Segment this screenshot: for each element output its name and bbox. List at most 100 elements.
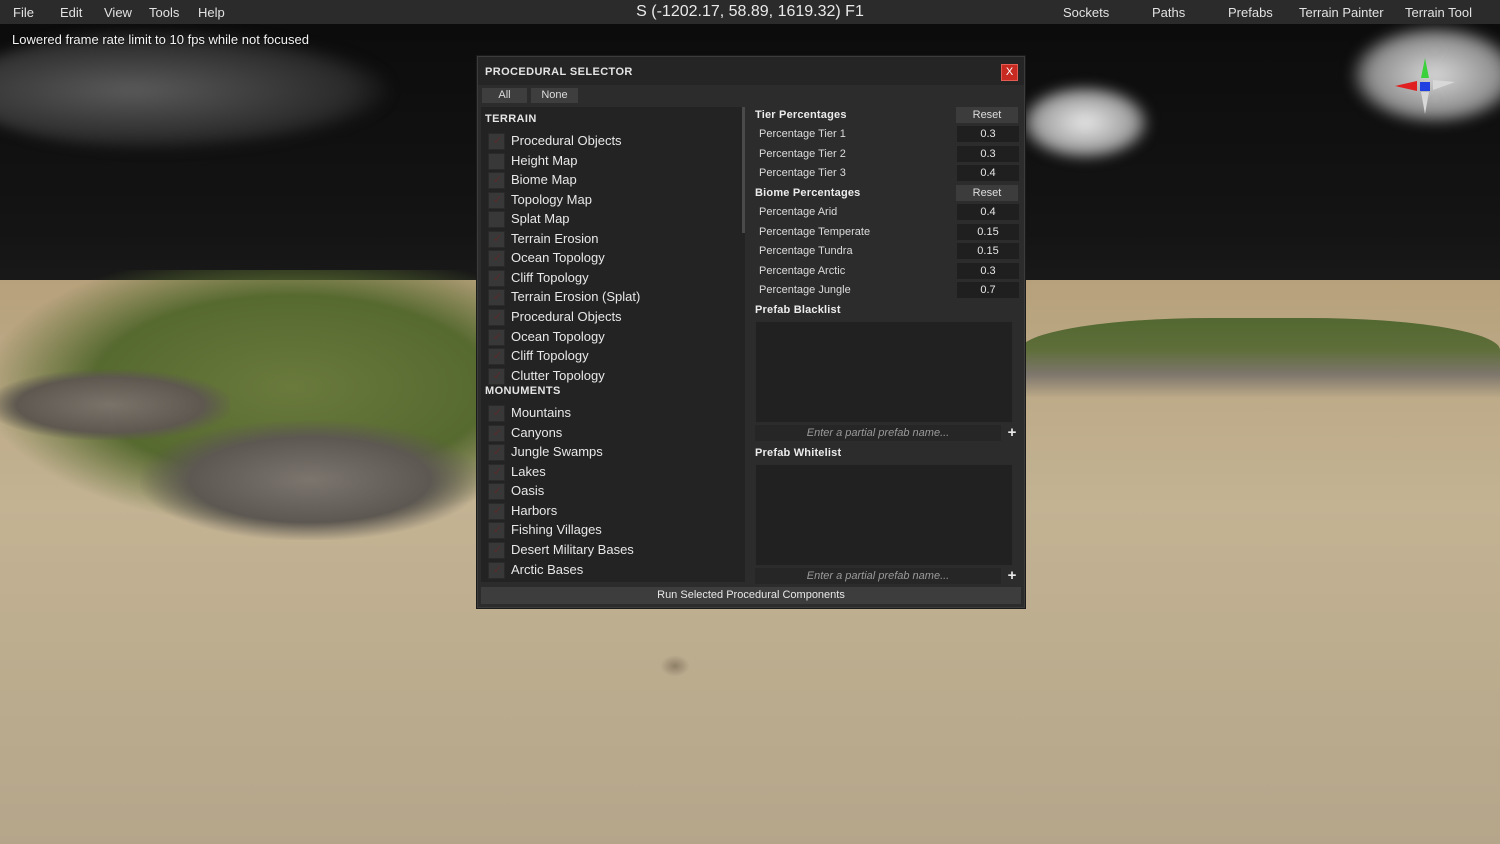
rock-cliff xyxy=(140,420,480,540)
menu-file[interactable]: File xyxy=(13,5,34,20)
menu-terrain-painter[interactable]: Terrain Painter xyxy=(1299,5,1384,20)
biome-percentage-label: Percentage Tundra xyxy=(759,245,853,257)
component-row[interactable]: ✓ Biome Map xyxy=(481,170,739,190)
tier-percentage-value-field[interactable]: 0.3 xyxy=(957,126,1019,142)
tier-percentage-row: Percentage Tier 3 0.4 xyxy=(755,164,1021,182)
menu-view[interactable]: View xyxy=(104,5,132,20)
component-checkbox[interactable]: ✓ xyxy=(488,405,505,423)
whitelist-add-button[interactable]: + xyxy=(1005,568,1019,584)
blacklist-box[interactable] xyxy=(755,321,1013,423)
component-checkbox[interactable]: ✓ xyxy=(488,522,505,540)
checkmark-icon: ✓ xyxy=(493,544,503,556)
component-label: Procedural Objects xyxy=(511,308,622,324)
tier-percentage-value-field[interactable]: 0.3 xyxy=(957,145,1019,162)
component-row[interactable]: ✓ Jungle Swamps xyxy=(481,442,739,462)
whitelist-box[interactable] xyxy=(755,464,1013,566)
component-checkbox[interactable]: ✓ xyxy=(488,269,505,287)
component-row[interactable]: ✓ Oasis xyxy=(481,481,739,501)
checkmark-icon: ✓ xyxy=(493,193,503,206)
component-row[interactable]: ✓ Clutter Topology xyxy=(481,366,739,385)
component-row[interactable]: ✓ Arctic Bases xyxy=(481,560,739,579)
component-checkbox[interactable]: ✓ xyxy=(488,561,505,579)
component-row[interactable]: ✓ Procedural Objects xyxy=(481,131,739,150)
component-checkbox[interactable]: ✓ xyxy=(488,250,505,268)
component-checkbox[interactable]: ✓ xyxy=(488,463,505,481)
panel-title: PROCEDURAL SELECTOR xyxy=(485,66,633,78)
component-row[interactable]: ✓ Terrain Erosion xyxy=(481,229,739,248)
component-label: Canyons xyxy=(511,424,563,440)
component-row[interactable]: ✓ Terrain Erosion (Splat) xyxy=(481,287,739,307)
biome-percentage-row: Percentage Arid 0.4 xyxy=(755,203,1021,221)
menu-tools[interactable]: Tools xyxy=(149,5,179,20)
tier-reset-button[interactable]: Reset xyxy=(956,107,1018,123)
component-checkbox[interactable] xyxy=(488,211,505,229)
component-row[interactable]: ✓ Canyons xyxy=(481,423,739,442)
component-row[interactable]: Height Map xyxy=(481,151,739,170)
component-checkbox[interactable]: ✓ xyxy=(488,191,505,209)
component-list: TERRAIN ✓ Procedural Objects Height Map ✓ Bio… xyxy=(481,107,745,582)
component-checkbox[interactable]: ✓ xyxy=(488,348,505,366)
component-row[interactable]: ✓ Topology Map xyxy=(481,190,739,209)
component-checkbox[interactable] xyxy=(488,152,505,170)
component-checkbox[interactable]: ✓ xyxy=(488,424,505,442)
component-checkbox[interactable]: ✓ xyxy=(488,444,505,462)
component-checkbox[interactable]: ✓ xyxy=(488,502,505,520)
component-label: Lakes xyxy=(511,463,546,479)
whitelist-name-input[interactable] xyxy=(755,568,1001,584)
grass-ridge xyxy=(1020,318,1500,398)
component-row[interactable]: ✓ Ocean Topology xyxy=(481,327,739,346)
menu-terrain-tool[interactable]: Terrain Tool xyxy=(1405,5,1472,20)
checkmark-icon: ✓ xyxy=(493,369,503,382)
component-row[interactable]: ✓ Harbors xyxy=(481,501,739,520)
cloud xyxy=(1020,85,1150,160)
component-checkbox[interactable]: ✓ xyxy=(488,289,505,307)
tier-percentage-value-field[interactable]: 0.4 xyxy=(957,165,1019,181)
component-label: Arctic Bases xyxy=(511,561,584,577)
component-checkbox[interactable]: ✓ xyxy=(488,308,505,326)
component-row[interactable]: ✓ Desert Military Bases xyxy=(481,540,739,559)
component-row[interactable]: Splat Map xyxy=(481,209,739,229)
close-button[interactable]: X xyxy=(1001,64,1018,81)
run-selected-button[interactable]: Run Selected Procedural Components xyxy=(481,587,1021,604)
biome-percentage-value-field[interactable]: 0.3 xyxy=(957,262,1019,279)
component-checkbox[interactable]: ✓ xyxy=(488,133,505,150)
orientation-gizmo-icon[interactable] xyxy=(1392,52,1458,118)
component-row[interactable]: ✓ Procedural Objects xyxy=(481,307,739,326)
component-row[interactable]: ✓ Lakes xyxy=(481,462,739,481)
menu-prefabs[interactable]: Prefabs xyxy=(1228,5,1273,20)
tier-percentage-label: Percentage Tier 3 xyxy=(759,167,846,179)
list-scrollbar[interactable] xyxy=(742,107,745,233)
component-checkbox[interactable]: ✓ xyxy=(488,367,505,385)
panel-header[interactable]: PROCEDURAL SELECTOR X xyxy=(478,57,1024,85)
menu-sockets[interactable]: Sockets xyxy=(1063,5,1109,20)
component-checkbox[interactable]: ✓ xyxy=(488,483,505,501)
blacklist-add-button[interactable]: + xyxy=(1005,425,1019,441)
biome-percentage-value-field[interactable]: 0.15 xyxy=(957,243,1019,259)
component-row[interactable]: ✓ Ocean Topology xyxy=(481,248,739,268)
component-row[interactable]: ✓ Cliff Topology xyxy=(481,346,739,366)
component-checkbox[interactable]: ✓ xyxy=(488,328,505,346)
biome-percentage-value-field[interactable]: 0.4 xyxy=(957,204,1019,220)
biome-percentage-row: Percentage Temperate 0.15 xyxy=(755,223,1021,241)
select-none-button[interactable]: None xyxy=(531,88,578,103)
select-all-button[interactable]: All xyxy=(482,88,527,103)
component-checkbox[interactable]: ✓ xyxy=(488,172,505,190)
component-checkbox[interactable]: ✓ xyxy=(488,542,505,559)
component-label: Topology Map xyxy=(511,191,592,207)
menu-edit[interactable]: Edit xyxy=(60,5,82,20)
menu-help[interactable]: Help xyxy=(198,5,225,20)
biome-reset-button[interactable]: Reset xyxy=(956,185,1018,201)
component-row[interactable]: ✓ Fishing Villages xyxy=(481,520,739,540)
biome-percentage-value-field[interactable]: 0.7 xyxy=(957,282,1019,298)
blacklist-name-input[interactable] xyxy=(755,425,1001,441)
component-row[interactable]: ✓ Cliff Topology xyxy=(481,268,739,287)
component-label: Ocean Topology xyxy=(511,328,605,344)
biome-percentage-label: Percentage Jungle xyxy=(759,284,851,296)
biome-percentage-row: Percentage Jungle 0.7 xyxy=(755,281,1021,299)
component-row[interactable]: ✓ Mountains xyxy=(481,403,739,423)
menu-paths[interactable]: Paths xyxy=(1152,5,1185,20)
component-checkbox[interactable]: ✓ xyxy=(488,230,505,248)
biome-percentage-value-field[interactable]: 0.15 xyxy=(957,223,1019,240)
component-label: Terrain Erosion xyxy=(511,230,599,246)
biome-percentage-row: Percentage Tundra 0.15 xyxy=(755,242,1021,260)
